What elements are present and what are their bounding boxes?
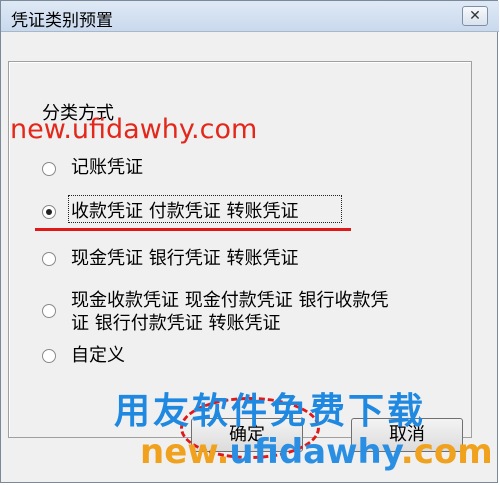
- radio-label-line2: 证 银行付款凭证 转账凭证: [71, 313, 281, 334]
- radio-button[interactable]: [42, 162, 56, 176]
- radio-label: 自定义: [71, 345, 125, 366]
- close-button[interactable]: ✕: [462, 6, 488, 26]
- watermark-slogan: 用友软件免费下载: [114, 391, 427, 432]
- radio-label: 记账凭证: [71, 157, 143, 178]
- watermark-url-bottom: new.ufidawhy.com: [140, 432, 493, 472]
- radio-button[interactable]: [42, 252, 56, 266]
- focus-rectangle: [68, 195, 342, 223]
- watermark-url-main: ufidawhy: [229, 432, 401, 472]
- title-bar: 凭证类别预置 ✕: [1, 1, 499, 32]
- watermark-url-suffix: .com: [400, 432, 493, 472]
- radio-dot: [46, 209, 52, 215]
- watermark-url-top: new.ufidawhy.com: [10, 114, 258, 145]
- radio-button[interactable]: [42, 304, 56, 318]
- close-icon: ✕: [469, 8, 481, 24]
- red-underline-annotation: [35, 228, 351, 231]
- watermark-url-prefix: new.: [140, 432, 230, 472]
- radio-button-selected[interactable]: [42, 205, 56, 219]
- dialog-title: 凭证类别预置: [11, 11, 113, 31]
- radio-label: 现金凭证 银行凭证 转账凭证: [71, 248, 299, 269]
- radio-button[interactable]: [42, 349, 56, 363]
